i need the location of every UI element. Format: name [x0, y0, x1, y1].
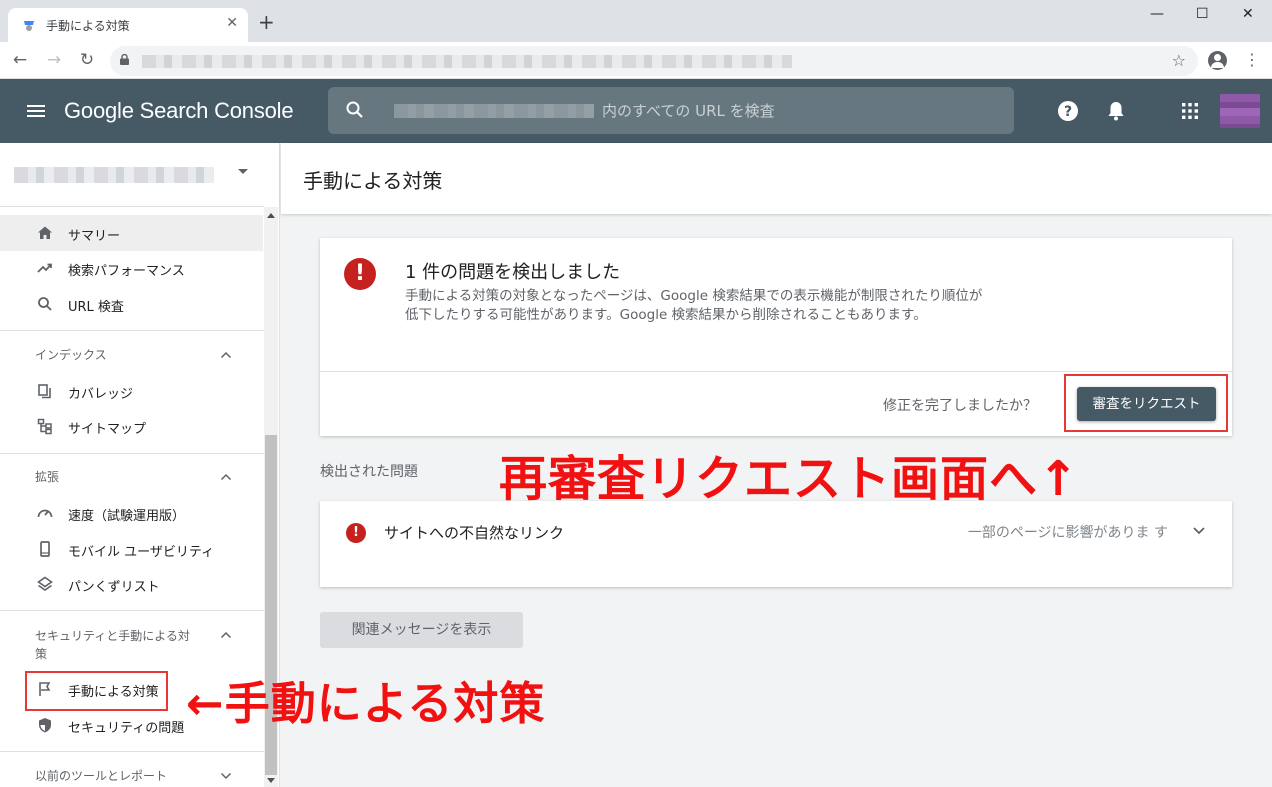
chevron-up-icon[interactable] [220, 351, 232, 359]
browser-tab[interactable]: 手動による対策 ✕ [8, 8, 248, 42]
browser-toolbar: ← → ↻ ☆ ⋮ [0, 42, 1272, 79]
scroll-up-arrow-icon[interactable] [267, 213, 275, 218]
sidebar-item-sitemaps[interactable]: サイトマップ [0, 408, 263, 444]
sidebar-item-label: モバイル ユーザビリティ [68, 545, 215, 560]
annotation-review-request: 再審査リクエスト画面へ↑ [499, 451, 1080, 507]
divider [0, 453, 264, 454]
page-title: 手動による対策 [303, 169, 443, 193]
browser-menu-icon[interactable]: ⋮ [1244, 51, 1260, 69]
smartphone-icon [40, 541, 50, 557]
sidebar-item-label: カバレッジ [68, 387, 134, 402]
issues-found-heading: 1 件の問題を検出しました [405, 262, 621, 283]
divider [0, 330, 264, 331]
blurred-url [142, 55, 792, 68]
layers-icon [37, 576, 53, 591]
sitemap-icon [37, 418, 52, 435]
address-bar[interactable]: ☆ [110, 46, 1198, 76]
tab-close-icon[interactable]: ✕ [226, 15, 238, 31]
property-selector[interactable] [0, 143, 264, 207]
sidebar-item-label: サマリー [68, 229, 121, 244]
new-tab-button[interactable]: + [258, 12, 275, 32]
shield-icon [39, 718, 51, 733]
close-window-button[interactable]: ✕ [1242, 6, 1254, 22]
speed-icon [37, 509, 53, 518]
maximize-button[interactable]: ☐ [1196, 6, 1209, 22]
app-title: Google Search Console [64, 98, 294, 123]
issue-name: サイトへの不自然なリンク [384, 524, 565, 542]
back-button[interactable]: ← [8, 48, 32, 72]
menu-icon[interactable] [26, 101, 46, 121]
divider [0, 751, 264, 752]
error-icon: ! [346, 523, 366, 543]
search-console-favicon-icon [24, 21, 34, 31]
url-inspect-search[interactable]: 内のすべての URL を検査 [328, 87, 1014, 134]
sidebar-item-label: 検索パフォーマンス [68, 264, 185, 279]
detected-issues-title: 検出された問題 [320, 464, 418, 480]
sidebar-item-label: 速度（試験運用版） [68, 509, 186, 524]
sidebar-item-label: 手動による対策 [68, 685, 159, 700]
request-review-button[interactable]: 審査をリクエスト [1077, 387, 1216, 421]
sidebar-item-mobile-usability[interactable]: モバイル ユーザビリティ [0, 531, 263, 567]
svg-text:?: ? [1064, 104, 1072, 120]
issues-description: 手動による対策の対象となったページは、Google 検索結果での表示機能が制限さ… [405, 288, 983, 323]
app-header: Google Search Console 内のすべての URL を検査 ? [0, 79, 1272, 143]
file-copy-icon [38, 384, 51, 399]
issue-impact: 一部のページに影響がありま す [967, 525, 1168, 541]
page-header: 手動による対策 [281, 143, 1272, 214]
sidebar-item-performance[interactable]: 検索パフォーマンス [0, 250, 263, 286]
sidebar-item-summary[interactable]: サマリー [0, 215, 263, 251]
chevron-down-icon[interactable] [1192, 526, 1206, 536]
chevron-up-icon[interactable] [220, 631, 232, 639]
flag-icon [39, 682, 51, 696]
error-icon: ! [344, 258, 376, 290]
annotation-manual-actions: ←手動による対策 [186, 677, 546, 730]
tab-title: 手動による対策 [46, 19, 130, 33]
help-icon[interactable]: ? [1056, 99, 1080, 123]
chevron-up-icon[interactable] [220, 473, 232, 481]
browser-tab-strip: 手動による対策 ✕ + — ☐ ✕ [0, 0, 1272, 42]
profile-icon[interactable] [1208, 51, 1227, 70]
account-avatar[interactable] [1220, 94, 1260, 128]
section-title-index: インデックス [35, 348, 107, 362]
fix-complete-question: 修正を完了しましたか？ [883, 398, 1037, 414]
issues-summary-card: ! 1 件の問題を検出しました 手動による対策の対象となったページは、Googl… [320, 238, 1232, 436]
divider [320, 371, 1232, 372]
reload-button[interactable]: ↻ [75, 48, 99, 72]
scroll-down-arrow-icon[interactable] [267, 778, 275, 783]
sidebar-item-breadcrumbs[interactable]: パンくずリスト [0, 566, 263, 602]
sidebar-item-coverage[interactable]: カバレッジ [0, 373, 263, 409]
blurred-property-name [394, 104, 594, 118]
forward-button[interactable]: → [42, 48, 66, 72]
sidebar-item-label: パンくずリスト [68, 580, 160, 595]
search-placeholder: 内のすべての URL を検査 [602, 102, 775, 120]
section-title-enhancements: 拡張 [35, 470, 60, 484]
home-icon [38, 226, 52, 239]
show-related-messages-button[interactable]: 関連メッセージを表示 [320, 612, 523, 648]
lock-icon [120, 54, 129, 65]
sidebar-item-label: サイトマップ [68, 422, 147, 437]
divider [0, 610, 264, 611]
section-title-legacy-tools: 以前のツールとレポート [35, 769, 168, 783]
trending-up-icon [37, 263, 52, 273]
sidebar-item-label: URL 検査 [68, 300, 124, 315]
bookmark-star-icon[interactable]: ☆ [1172, 51, 1186, 70]
search-icon [38, 297, 52, 311]
sidebar-item-label: セキュリティの問題 [68, 721, 185, 736]
sidebar-item-url-inspection[interactable]: URL 検査 [0, 286, 263, 322]
apps-grid-icon[interactable] [1178, 99, 1202, 123]
dropdown-arrow-icon [238, 169, 248, 174]
chevron-down-icon[interactable] [220, 772, 232, 780]
notifications-bell-icon[interactable] [1104, 99, 1128, 123]
search-icon [346, 101, 363, 118]
section-title-security: セキュリティと手動による対策 [35, 629, 190, 661]
issue-row-unnatural-links[interactable]: ! サイトへの不自然なリンク 一部のページに影響がありま す [320, 501, 1232, 587]
minimize-button[interactable]: — [1150, 6, 1164, 22]
sidebar-item-speed[interactable]: 速度（試験運用版） [0, 495, 263, 531]
blurred-property-name [14, 167, 214, 183]
